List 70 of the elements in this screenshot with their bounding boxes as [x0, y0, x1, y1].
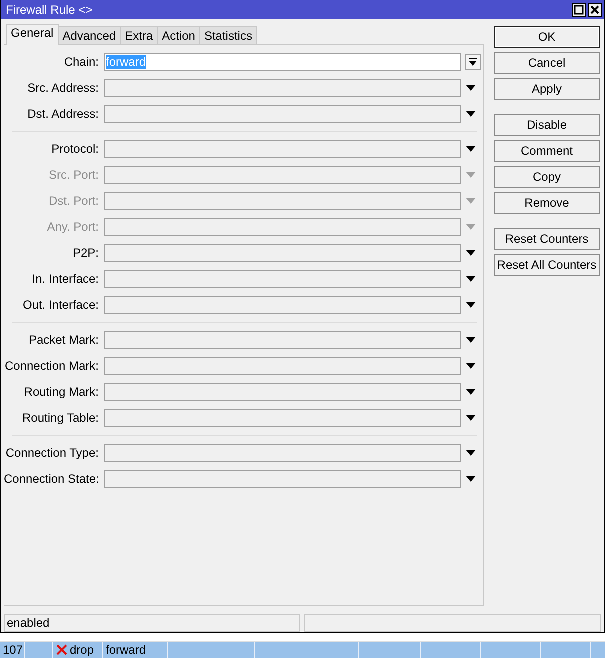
caret-icon[interactable]	[466, 450, 476, 456]
tab[interactable]: Advanced	[58, 26, 122, 45]
input-field[interactable]	[104, 105, 461, 123]
close-icon	[590, 4, 600, 14]
caret-icon[interactable]	[466, 302, 476, 308]
tab[interactable]: Extra	[120, 26, 158, 45]
field-label: Dst. Address:	[26, 107, 99, 121]
field-label: Routing Mark:	[23, 385, 99, 399]
field-label: Packet Mark:	[28, 333, 99, 347]
field-label: Routing Table:	[22, 411, 99, 425]
input-field[interactable]	[104, 357, 461, 375]
caret-icon[interactable]	[466, 337, 476, 343]
input-field[interactable]	[104, 192, 461, 210]
field-label: Src. Port:	[48, 168, 99, 182]
caret-icon[interactable]	[466, 363, 476, 369]
field-label: Src. Address:	[26, 81, 99, 95]
field-label: P2P:	[72, 246, 99, 260]
dialog-button[interactable]: Remove	[494, 192, 600, 214]
input-field[interactable]	[104, 444, 461, 462]
field-label: Connection Type:	[4, 446, 99, 460]
field-label: Protocol:	[50, 142, 99, 156]
field-label: In. Interface:	[31, 272, 99, 286]
dialog-button[interactable]: Comment	[494, 140, 600, 162]
caret-icon	[469, 58, 477, 66]
window-title: Firewall Rule <>	[6, 2, 93, 16]
dialog-button[interactable]: Reset Counters	[494, 228, 600, 250]
action-text: drop	[70, 643, 94, 657]
caret-icon[interactable]	[466, 476, 476, 482]
caret-icon[interactable]	[466, 415, 476, 421]
tab[interactable]: General	[6, 24, 59, 45]
dialog-button[interactable]: Disable	[494, 114, 600, 136]
tab[interactable]: Statistics	[199, 26, 258, 45]
caret-icon[interactable]	[466, 250, 476, 256]
input-field[interactable]	[104, 383, 461, 401]
list-row[interactable]: 107 drop forward	[0, 642, 605, 658]
input-field[interactable]	[104, 296, 461, 314]
maximize-icon	[574, 4, 584, 14]
field-label: Connection Mark:	[4, 359, 99, 373]
input-field[interactable]	[104, 79, 461, 97]
caret-icon[interactable]	[466, 85, 476, 91]
table-cell: forward	[103, 642, 168, 658]
input-field[interactable]	[104, 140, 461, 158]
input-field[interactable]	[104, 409, 461, 427]
field-label: Any. Port:	[46, 220, 99, 234]
input-field[interactable]	[104, 331, 461, 349]
caret-icon[interactable]	[466, 146, 476, 152]
cross-icon	[56, 644, 68, 656]
tab[interactable]: Action	[157, 26, 200, 45]
caret-icon[interactable]	[466, 276, 476, 282]
dialog-button[interactable]: Copy	[494, 166, 600, 188]
field-label: Chain:	[63, 55, 99, 69]
field-label: Out. Interface:	[22, 298, 99, 312]
caret-icon[interactable]	[466, 389, 476, 395]
field-label: Connection State:	[4, 472, 99, 486]
dialog-button[interactable]: Apply	[494, 78, 600, 100]
caret-icon[interactable]	[466, 111, 476, 117]
dialog-button[interactable]: Reset All Counters	[494, 254, 600, 276]
maximize-button[interactable]	[572, 2, 586, 16]
close-button[interactable]	[588, 2, 602, 16]
dropdown-button[interactable]	[465, 54, 481, 70]
input-field[interactable]	[104, 218, 461, 236]
dialog-button[interactable]: Cancel	[494, 52, 600, 74]
status-text: enabled	[4, 614, 300, 632]
input-field[interactable]	[104, 244, 461, 262]
input-field[interactable]	[104, 270, 461, 288]
input-field[interactable]	[104, 470, 461, 488]
table-cell: 107	[0, 642, 25, 658]
dialog-button[interactable]: OK	[494, 26, 600, 48]
field-label: Dst. Port:	[48, 194, 99, 208]
input-field[interactable]	[104, 166, 461, 184]
